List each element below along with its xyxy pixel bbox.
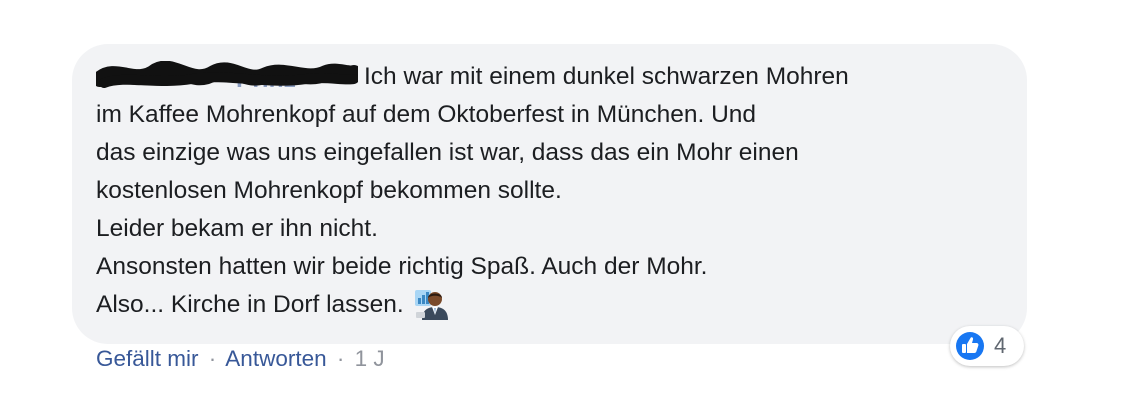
comment-first-line: Prinz Ich war mit einem dunkel schwarzen… xyxy=(96,58,1016,96)
comment-line-4: kostenlosen Mohrenkopf bekommen sollte. xyxy=(96,177,562,204)
reply-link[interactable]: Antworten xyxy=(225,346,326,371)
office-worker-emoji-icon xyxy=(414,290,448,320)
like-thumbs-up-icon xyxy=(956,332,984,360)
comment-thread: Prinz Ich war mit einem dunkel schwarzen… xyxy=(0,0,1140,414)
reaction-count: 4 xyxy=(994,333,1007,358)
like-link[interactable]: Gefällt mir xyxy=(96,346,199,371)
comment-line-2: im Kaffee Mohrenkopf auf dem Oktoberfest… xyxy=(96,101,757,128)
separator-dot: · xyxy=(336,346,345,371)
comment-timestamp[interactable]: 1 J xyxy=(355,346,385,371)
comment-line-5: Leider bekam er ihn nicht. xyxy=(96,215,378,242)
reaction-summary[interactable]: 4 xyxy=(950,326,1024,366)
comment-last-line: Also... Kirche in Dorf lassen. xyxy=(96,286,1016,324)
comment-line-6: Ansonsten hatten wir beide richtig Spaß.… xyxy=(96,253,708,280)
redaction-scribble xyxy=(96,61,358,88)
author-name-redacted[interactable]: Prinz xyxy=(96,61,358,89)
comment-line-3: das einzige was uns eingefallen ist war,… xyxy=(96,139,799,166)
comment-line-1: Ich war mit einem dunkel schwarzen Mohre… xyxy=(364,63,849,90)
comment-line-7: Also... Kirche in Dorf lassen. xyxy=(96,291,404,318)
separator-dot: · xyxy=(208,346,217,371)
comment-body: Prinz Ich war mit einem dunkel schwarzen… xyxy=(96,58,1016,324)
comment-actions: Gefällt mir · Antworten · 1 J xyxy=(96,346,385,372)
